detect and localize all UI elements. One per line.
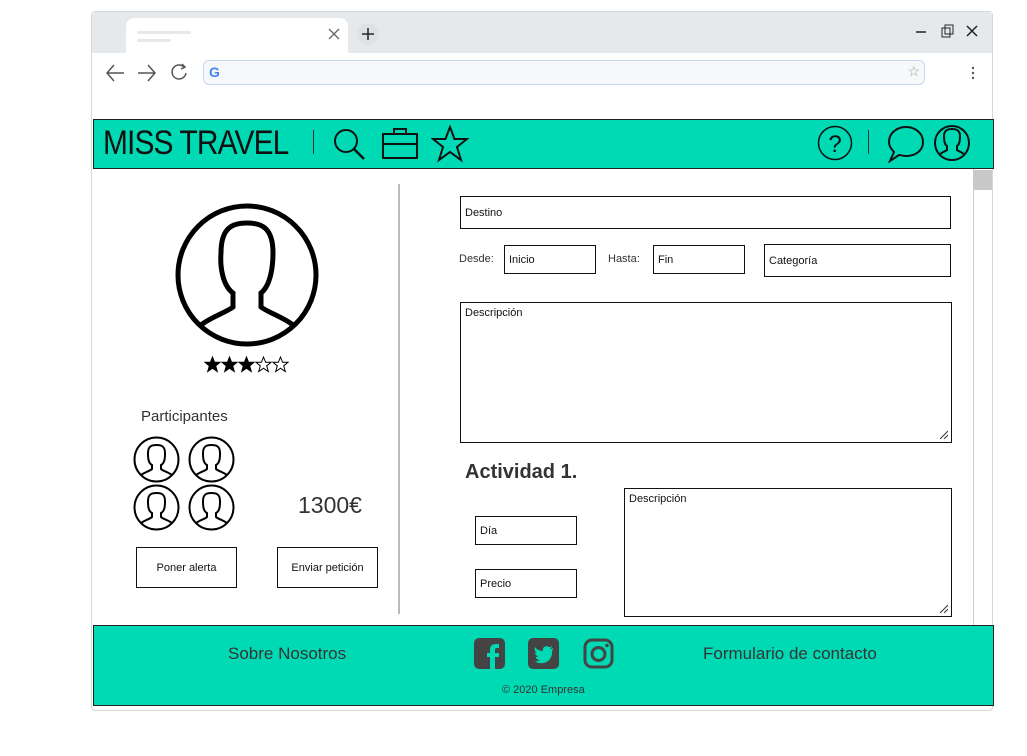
activity-description-placeholder: Descripción: [629, 493, 687, 505]
help-icon[interactable]: ?: [817, 125, 853, 161]
chat-icon[interactable]: [887, 125, 925, 163]
resize-grip-icon[interactable]: [939, 430, 948, 439]
address-bar[interactable]: G ☆: [203, 60, 925, 85]
star-empty-icon: [272, 356, 289, 373]
activity-day-input[interactable]: Día: [475, 516, 577, 545]
browser-tab[interactable]: [126, 18, 348, 54]
activity-price-input[interactable]: Precio: [475, 569, 577, 598]
star-filled-icon: [238, 356, 255, 373]
start-date-input[interactable]: Inicio: [504, 245, 596, 274]
activity-title: Actividad 1.: [465, 461, 578, 483]
twitter-icon[interactable]: [528, 638, 560, 670]
participant-avatar[interactable]: [188, 436, 235, 483]
star-filled-icon: [221, 356, 238, 373]
star-empty-icon: [255, 356, 272, 373]
from-label: Desde:: [459, 253, 494, 265]
description-placeholder: Descripción: [465, 307, 523, 319]
instagram-icon[interactable]: [583, 638, 615, 670]
participants-label: Participantes: [141, 408, 228, 425]
resize-grip-icon[interactable]: [939, 604, 948, 613]
description-textarea[interactable]: Descripción: [460, 302, 952, 443]
participant-avatar[interactable]: [188, 484, 235, 531]
end-date-input[interactable]: Fin: [653, 245, 745, 274]
copyright: © 2020 Empresa: [502, 684, 585, 696]
site-logo[interactable]: MISS TRAVEL: [103, 124, 289, 163]
menu-kebab-icon[interactable]: [969, 65, 977, 81]
scrollbar[interactable]: [973, 169, 992, 625]
to-label: Hasta:: [608, 253, 640, 265]
svg-text:?: ?: [828, 131, 841, 158]
search-icon[interactable]: [332, 127, 366, 161]
profile-avatar[interactable]: [175, 203, 320, 348]
panel-divider: [398, 184, 400, 614]
facebook-icon[interactable]: [474, 638, 506, 670]
contact-form-link[interactable]: Formulario de contacto: [703, 644, 877, 664]
participant-avatar[interactable]: [133, 436, 180, 483]
briefcase-icon[interactable]: [381, 126, 419, 160]
activity-description-textarea[interactable]: Descripción: [624, 488, 952, 617]
about-link[interactable]: Sobre Nosotros: [228, 644, 346, 664]
site-header: MISS TRAVEL ?: [93, 119, 994, 169]
google-icon: G: [209, 64, 220, 80]
favorites-star-icon[interactable]: [431, 125, 469, 163]
rating-stars: [204, 356, 289, 373]
new-tab-icon[interactable]: [357, 23, 379, 45]
nav-buttons[interactable]: [104, 62, 194, 84]
site-footer: Sobre Nosotros Formulario de contacto © …: [93, 625, 994, 706]
send-request-button[interactable]: Enviar petición: [277, 547, 378, 588]
user-account-icon[interactable]: [933, 124, 971, 162]
set-alert-button[interactable]: Poner alerta: [136, 547, 237, 588]
star-filled-icon: [204, 356, 221, 373]
close-tab-icon[interactable]: [327, 27, 341, 41]
bookmark-star-icon[interactable]: ☆: [907, 63, 920, 80]
category-select[interactable]: Categoría: [764, 244, 951, 277]
participant-avatar[interactable]: [133, 484, 180, 531]
window-controls[interactable]: [912, 24, 982, 40]
price: 1300€: [298, 492, 362, 518]
scrollbar-thumb[interactable]: [974, 170, 992, 190]
destination-input[interactable]: Destino: [460, 196, 951, 229]
